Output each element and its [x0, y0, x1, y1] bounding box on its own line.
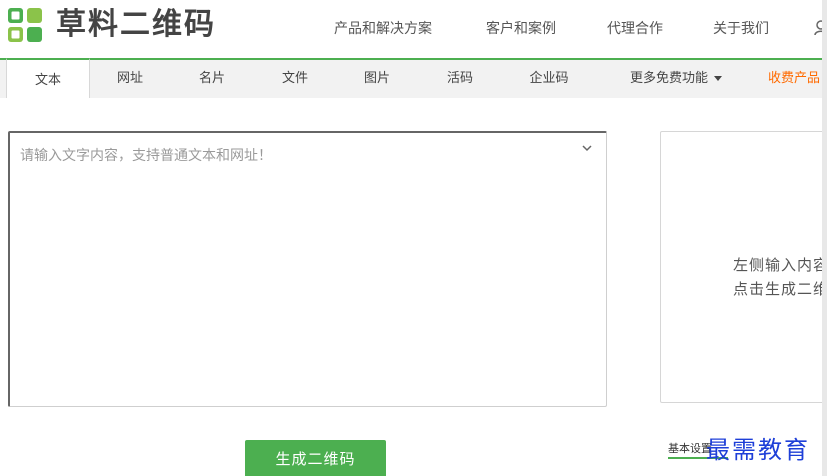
chevron-down-icon[interactable]: [582, 143, 592, 153]
tab-url[interactable]: 网址: [100, 60, 160, 98]
nav-products[interactable]: 产品和解决方案: [334, 18, 432, 40]
tab-image[interactable]: 图片: [347, 60, 407, 98]
site-header: 草料二维码 产品和解决方案 客户和案例 代理合作 关于我们: [0, 0, 827, 58]
tab-more-free-label: 更多免费功能: [629, 71, 708, 86]
text-input-panel: [8, 131, 607, 407]
nav-agents[interactable]: 代理合作: [607, 18, 663, 40]
preview-hint-line-2: 点击生成二维码: [733, 280, 827, 298]
brand-name[interactable]: 草料二维码: [56, 6, 216, 44]
content-textarea[interactable]: [10, 133, 606, 406]
qr-preview-panel: 左侧输入内容 点击生成二维码: [660, 131, 827, 403]
tab-more-free[interactable]: 更多免费功能: [622, 60, 730, 98]
generate-qr-button[interactable]: 生成二维码: [245, 440, 386, 476]
watermark: 最需教育: [706, 436, 810, 464]
vertical-scrollbar[interactable]: [822, 0, 827, 476]
tab-file[interactable]: 文件: [265, 60, 325, 98]
tab-card[interactable]: 名片: [182, 60, 242, 98]
preview-hint-line-1: 左侧输入内容: [733, 256, 827, 274]
nav-customers[interactable]: 客户和案例: [486, 18, 556, 40]
tab-enterprise[interactable]: 企业码: [518, 60, 580, 98]
tab-paid-products[interactable]: 收费产品: [768, 60, 827, 98]
type-tab-bar: 文本 网址 名片 文件 图片 活码 企业码 更多免费功能 收费产品: [0, 58, 827, 98]
logo-icon[interactable]: [6, 6, 44, 44]
nav-about[interactable]: 关于我们: [713, 18, 769, 40]
tab-live-code[interactable]: 活码: [430, 60, 490, 98]
tab-text[interactable]: 文本: [6, 58, 90, 98]
caret-down-icon: [714, 76, 722, 81]
